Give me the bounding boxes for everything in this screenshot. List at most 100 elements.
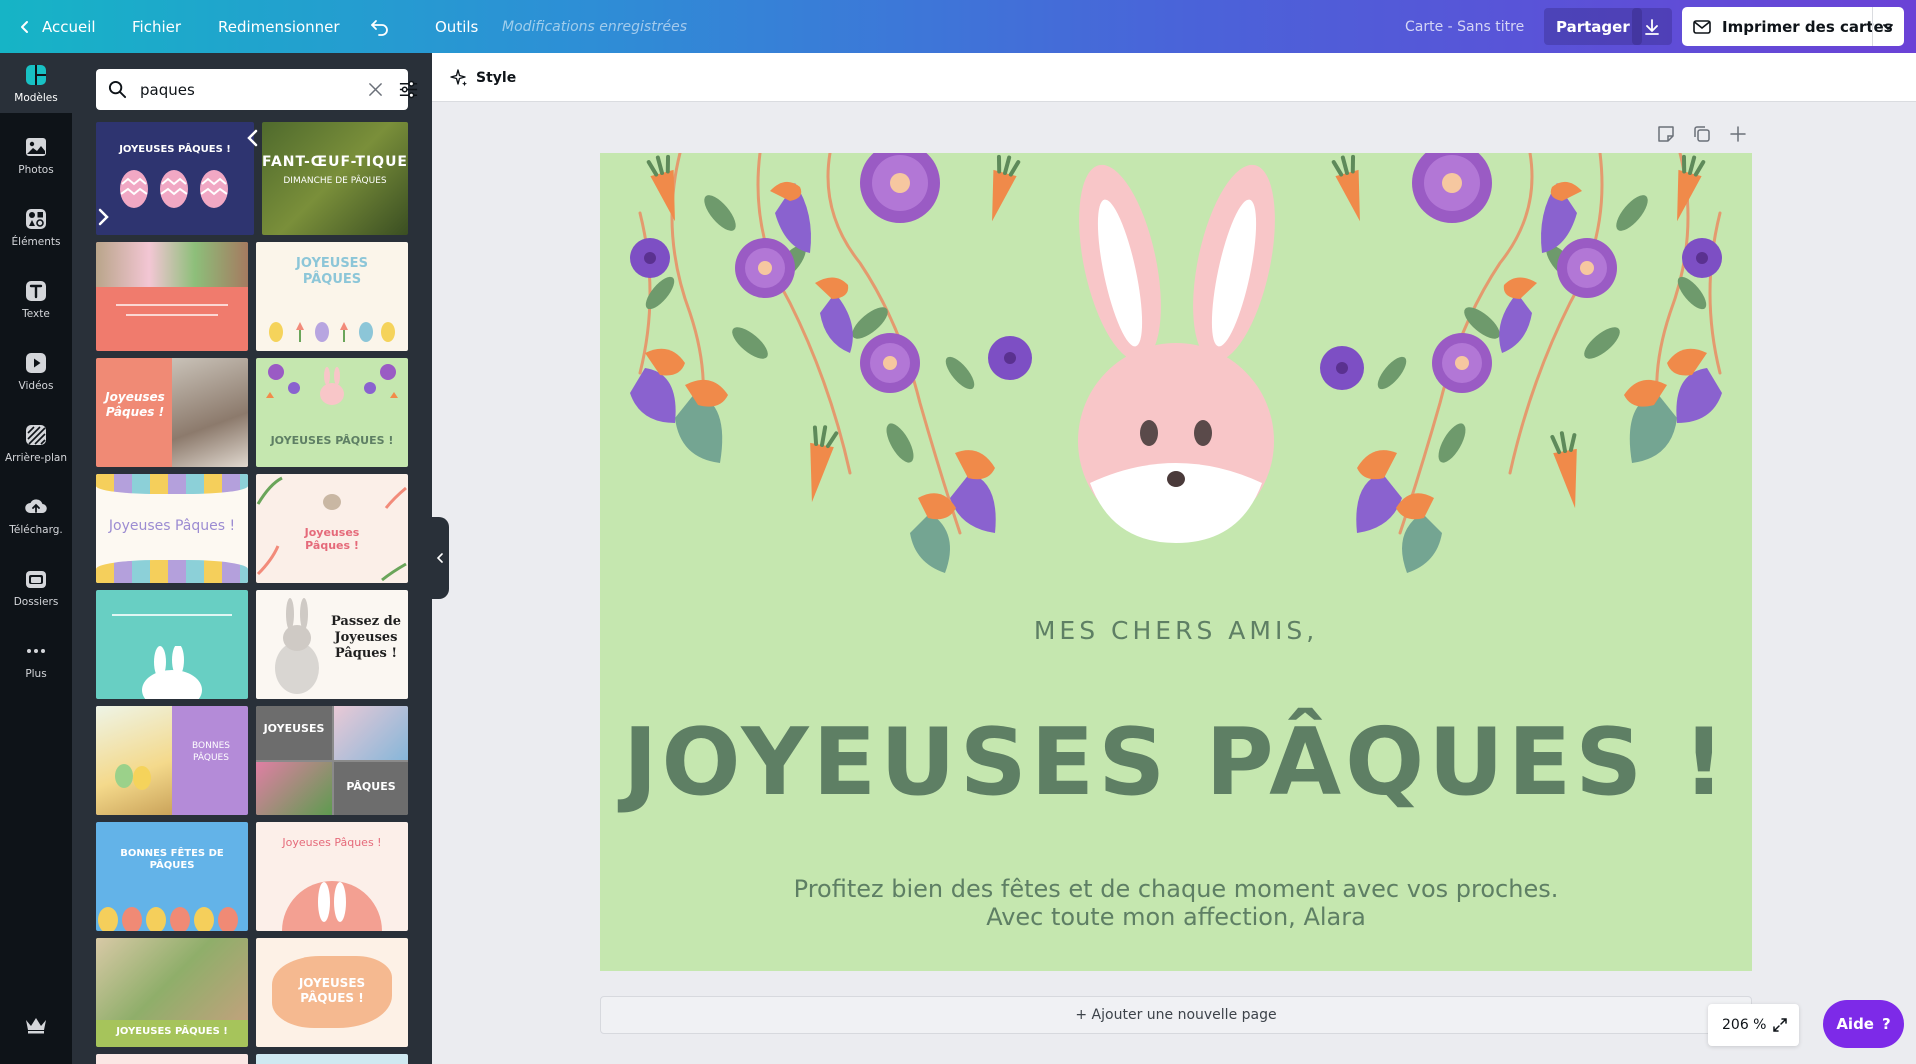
resize-menu[interactable]: Redimensionner <box>218 0 340 53</box>
rail-label: Vidéos <box>18 379 54 392</box>
search-box <box>96 69 418 110</box>
template-thumbnail[interactable]: BONNES FÊTES DE PÂQUES <box>96 822 248 931</box>
template-title: JOYEUSES PÂQUES <box>296 256 368 287</box>
add-page-icon[interactable] <box>1728 124 1748 144</box>
template-thumbnail[interactable]: FANT-ŒUF-TIQUE DIMANCHE DE PÂQUES <box>262 122 408 235</box>
template-thumbnail[interactable]: Joyeuses Pâques ! <box>256 474 408 583</box>
print-cards-button[interactable]: Imprimer des cartes <box>1682 7 1904 46</box>
more-icon <box>27 648 45 653</box>
template-thumbnail[interactable] <box>96 1054 248 1064</box>
duplicate-page-icon[interactable] <box>1692 124 1712 144</box>
filter-icon[interactable] <box>398 79 419 100</box>
template-thumbnail[interactable] <box>96 242 248 351</box>
eggs-illustration <box>115 764 151 790</box>
rail-item-templates[interactable]: Modèles <box>0 53 72 113</box>
crown-icon[interactable] <box>24 1015 48 1035</box>
template-thumbnail[interactable] <box>256 1054 408 1064</box>
rail-label: Modèles <box>14 91 58 104</box>
template-title: Joyeuses Pâques ! <box>282 836 382 849</box>
document-title[interactable]: Carte - Sans titre <box>1405 0 1524 53</box>
rail-label: Arrière-plan <box>4 451 67 464</box>
editor-toolbar: Style <box>432 53 1916 102</box>
notes-icon[interactable] <box>1656 124 1676 144</box>
photos-icon <box>26 137 46 156</box>
template-thumbnail[interactable]: JOYEUSES PÂQUES ! <box>96 938 248 1047</box>
templates-panel: JOYEUSES PÂQUES ! FANT-ŒUF-TIQUE DIMANCH… <box>72 53 432 1064</box>
rail-item-text[interactable]: Texte <box>0 269 72 329</box>
eggs-illustration <box>98 907 238 931</box>
help-label: Aide <box>1836 1015 1874 1033</box>
template-title: JOYEUSES PÂQUES ! <box>119 144 231 155</box>
template-thumbnail[interactable]: Joyeuses Pâques ! <box>96 358 248 467</box>
upload-icon <box>25 498 47 513</box>
template-thumbnail[interactable]: BONNES PÂQUES <box>96 706 248 815</box>
rail-item-folders[interactable]: Dossiers <box>0 557 72 617</box>
download-icon <box>1645 18 1659 35</box>
easter-artwork <box>630 153 1722 573</box>
greeting-text[interactable]: MES CHERS AMIS, <box>600 616 1752 645</box>
template-title: JOYEUSES PÂQUES ! <box>116 1026 228 1037</box>
collapse-panel-handle[interactable] <box>431 517 449 599</box>
share-button[interactable]: Partager <box>1544 8 1642 45</box>
background-icon <box>26 424 46 445</box>
rail-item-videos[interactable]: Vidéos <box>0 341 72 401</box>
tools-menu[interactable]: Outils <box>435 0 478 53</box>
sparkle-icon <box>450 69 467 87</box>
template-thumbnail[interactable]: JOYEUSES PÂQUES <box>256 706 408 815</box>
videos-icon <box>26 352 46 373</box>
rail-item-photos[interactable]: Photos <box>0 125 72 185</box>
text-icon <box>26 280 46 301</box>
template-title: FANT-ŒUF-TIQUE <box>262 154 408 170</box>
template-title: BONNES FÊTES DE PÂQUES <box>120 848 224 871</box>
left-rail: Modèles Photos Éléments Texte Vidéos Arr… <box>0 53 72 1064</box>
style-button[interactable]: Style <box>450 63 516 93</box>
rabbit-illustration <box>142 646 202 699</box>
print-divider <box>1872 7 1873 46</box>
template-thumbnail[interactable]: JOYEUSES PÂQUES ! <box>96 122 254 235</box>
zoom-value: 206 % <box>1722 1017 1767 1033</box>
flowers-illustration <box>266 364 398 405</box>
search-input[interactable] <box>140 77 340 102</box>
folders-icon <box>26 570 46 588</box>
design-canvas[interactable]: MES CHERS AMIS, JOYEUSES PÂQUES ! Profit… <box>600 153 1752 971</box>
home-button[interactable]: Accueil <box>18 0 96 53</box>
rail-item-uploads[interactable]: Télécharg. <box>0 485 72 545</box>
download-button[interactable] <box>1632 8 1672 45</box>
expand-icon[interactable] <box>1772 1017 1788 1033</box>
template-thumbnail[interactable] <box>96 590 248 699</box>
help-button[interactable]: Aide ? <box>1823 1000 1904 1048</box>
save-status: Modifications enregistrées <box>502 18 687 35</box>
template-thumbnail[interactable]: Joyeuses Pâques ! <box>96 474 248 583</box>
template-thumbnail[interactable]: JOYEUSES PÂQUES ! <box>256 358 408 467</box>
envelope-icon <box>1693 19 1711 34</box>
chevron-left-icon[interactable] <box>246 129 260 147</box>
template-thumbnail[interactable]: Joyeuses Pâques ! <box>256 822 408 931</box>
rail-item-more[interactable]: Plus <box>0 629 72 689</box>
eggs-illustration <box>120 170 228 208</box>
chevron-right-icon[interactable] <box>96 208 110 226</box>
template-title: DIMANCHE DE PÂQUES <box>283 176 387 186</box>
card-body-text[interactable]: Profitez bien des fêtes et de chaque mom… <box>600 875 1752 931</box>
search-icon <box>108 80 127 99</box>
add-new-page-button[interactable]: + Ajouter une nouvelle page <box>600 996 1752 1034</box>
template-thumbnail[interactable]: JOYEUSES PÂQUES ! <box>256 938 408 1047</box>
template-thumbnail[interactable]: JOYEUSES PÂQUES <box>256 242 408 351</box>
templates-icon <box>26 64 46 85</box>
body-line-2: Avec toute mon affection, Alara <box>986 903 1366 931</box>
template-thumbnail[interactable]: Passez de Joyeuses Pâques ! <box>256 590 408 699</box>
template-title: PÂQUES <box>346 780 396 793</box>
undo-button[interactable] <box>366 0 394 53</box>
zoom-control[interactable]: 206 % <box>1708 1004 1799 1046</box>
close-icon[interactable] <box>368 82 383 97</box>
undo-icon <box>371 19 388 36</box>
rail-label: Dossiers <box>13 595 59 608</box>
card-title[interactable]: JOYEUSES PÂQUES ! <box>600 708 1752 816</box>
chevron-down-icon[interactable] <box>1880 19 1896 35</box>
rail-item-background[interactable]: Arrière-plan <box>0 413 72 473</box>
template-title: Joyeuses Pâques ! <box>105 390 165 419</box>
rail-item-elements[interactable]: Éléments <box>0 197 72 257</box>
template-title: Joyeuses Pâques ! <box>108 518 236 534</box>
body-line-1: Profitez bien des fêtes et de chaque mom… <box>793 875 1559 903</box>
top-bar: Accueil Fichier Redimensionner Outils Mo… <box>0 0 1916 53</box>
file-menu[interactable]: Fichier <box>132 0 181 53</box>
